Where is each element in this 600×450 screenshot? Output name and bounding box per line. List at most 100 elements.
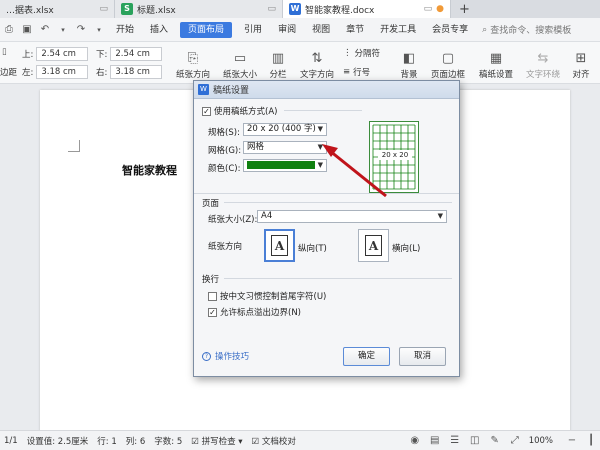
- tab-label: 智能家教程.docx: [305, 5, 375, 16]
- chevron-down-icon[interactable]: ▾: [93, 24, 105, 36]
- cancel-button[interactable]: 取消: [399, 347, 446, 366]
- tab-label: …据表.xlsx: [6, 5, 54, 16]
- write-view-icon[interactable]: ✎: [489, 435, 501, 447]
- checkbox-unchecked-icon: [208, 292, 217, 301]
- menu-dev-tools[interactable]: 开发工具: [372, 18, 424, 42]
- spell-check[interactable]: ☑ 拼写检查 ▾: [191, 435, 242, 447]
- dialog-title: 稿纸设置: [213, 86, 250, 96]
- undo-icon[interactable]: ↶: [39, 24, 51, 36]
- tab-label: 标题.xlsx: [137, 5, 176, 16]
- redo-icon[interactable]: ↷: [75, 24, 87, 36]
- manuscript-settings-button[interactable]: ▦ 稿纸设置: [476, 44, 516, 81]
- landscape-option[interactable]: A: [358, 229, 389, 262]
- use-grid-checkbox[interactable]: ✓ 使用稿纸方式(A): [202, 105, 277, 117]
- align-button[interactable]: ⊞ 对齐: [566, 44, 596, 81]
- word-count[interactable]: 字数: 5: [154, 435, 182, 447]
- checkbox-checked-icon: ✓: [202, 107, 211, 116]
- landscape-label: 横向(L): [392, 244, 421, 254]
- color-swatch: [247, 160, 315, 169]
- divider: [224, 278, 452, 279]
- eye-icon[interactable]: ◉: [409, 435, 421, 447]
- dialog-title-bar[interactable]: W 稿纸设置: [194, 81, 459, 99]
- paper-size-select[interactable]: A4 ▼: [257, 210, 447, 223]
- word-icon: W: [289, 3, 301, 15]
- tips-link[interactable]: ? 操作技巧: [202, 350, 249, 362]
- page-view-icon[interactable]: ▤: [429, 435, 441, 447]
- columns-button[interactable]: ▥ 分栏: [264, 44, 292, 81]
- preview-icon[interactable]: ▣: [21, 24, 33, 36]
- color-label: 颜色(C):: [208, 164, 241, 174]
- opt-cjk-control-checkbox[interactable]: 按中文习惯控制首尾字符(U): [208, 290, 326, 302]
- spell-check-icon: ☑: [191, 436, 199, 447]
- menu-page-layout[interactable]: 页面布局: [180, 21, 233, 38]
- grid-label: 网格(G):: [208, 146, 242, 156]
- align-icon: ⊞: [575, 50, 587, 66]
- chevron-down-icon[interactable]: ▾: [57, 24, 69, 36]
- outline-view-icon[interactable]: ☰: [449, 435, 461, 447]
- document-title[interactable]: 智能家教程: [122, 162, 177, 178]
- zoom-slider-icon[interactable]: ┃: [586, 435, 596, 447]
- menu-reference[interactable]: 引用: [236, 18, 270, 42]
- spec-select[interactable]: 20 x 20 (400 字) ▼: [243, 123, 327, 136]
- row-indicator: 行: 1: [97, 436, 117, 447]
- margin-left-input[interactable]: 3.18 cm: [36, 65, 89, 79]
- file-tab-2[interactable]: S 标题.xlsx ▭: [115, 0, 283, 18]
- margin-top-field[interactable]: 上: 2.54 cm: [22, 47, 89, 61]
- page-border-button[interactable]: ▢ 页面边框: [426, 44, 470, 81]
- line-number-button[interactable]: ≡ 行号: [343, 66, 370, 78]
- zoom-out-icon[interactable]: −: [566, 435, 578, 447]
- file-tab-1[interactable]: …据表.xlsx ▭: [0, 0, 115, 18]
- wrap-section-label: 换行: [202, 275, 220, 285]
- text-wrap-button[interactable]: ⇆ 文字环绕: [522, 44, 564, 81]
- doc-check[interactable]: ☑ 文档校对: [252, 435, 296, 447]
- spreadsheet-icon: S: [121, 3, 133, 15]
- checkbox-checked-icon: ✓: [208, 308, 217, 317]
- chevron-down-icon: ▼: [317, 125, 323, 133]
- manuscript-dialog: W 稿纸设置 ✓ 使用稿纸方式(A) 规格(S): 20 x 20 (400 字)…: [193, 80, 460, 377]
- margin-left-field[interactable]: 左: 3.18 cm: [22, 65, 89, 79]
- color-select[interactable]: ▼: [243, 159, 327, 172]
- chevron-down-icon: ▼: [437, 212, 443, 220]
- unsaved-dot-icon: ●: [436, 4, 444, 14]
- page-count[interactable]: 1/1: [4, 436, 18, 446]
- close-icon[interactable]: ▭: [99, 4, 108, 14]
- close-icon[interactable]: ▭: [424, 4, 433, 14]
- portrait-option[interactable]: A: [264, 229, 295, 262]
- margin-right-field[interactable]: 右: 3.18 cm: [96, 65, 163, 79]
- chevron-down-icon: ▼: [317, 143, 323, 151]
- margin-bottom-input[interactable]: 2.54 cm: [110, 47, 163, 61]
- file-tab-3[interactable]: W 智能家教程.docx ▭ ●: [283, 0, 451, 18]
- orientation-icon: ⎘: [187, 50, 199, 66]
- margin-bottom-field[interactable]: 下: 2.54 cm: [96, 47, 163, 61]
- tab-bar: …据表.xlsx ▭ S 标题.xlsx ▭ W 智能家教程.docx ▭ ● …: [0, 0, 600, 18]
- landscape-page-icon: A: [365, 235, 382, 256]
- page-section-label: 页面: [202, 199, 220, 209]
- close-icon[interactable]: ▭: [267, 4, 276, 14]
- ok-button[interactable]: 确定: [343, 347, 390, 366]
- menu-start[interactable]: 开始: [108, 18, 142, 42]
- paper-size-button[interactable]: ▭ 纸张大小: [218, 44, 262, 81]
- text-direction-button[interactable]: ⇅ 文字方向: [296, 44, 338, 81]
- background-button[interactable]: ◧ 背景: [396, 44, 422, 81]
- menu-chapter[interactable]: 章节: [338, 18, 372, 42]
- separator-button[interactable]: ⋮ 分隔符: [343, 47, 380, 59]
- grid-select[interactable]: 网格 ▼: [243, 141, 327, 154]
- separator-icon: ⋮: [343, 48, 352, 58]
- columns-icon: ▥: [271, 50, 285, 66]
- menu-view[interactable]: 视图: [304, 18, 338, 42]
- new-tab-button[interactable]: +: [451, 0, 478, 18]
- menu-member[interactable]: 会员专享: [424, 18, 476, 42]
- opt-punct-overflow-checkbox[interactable]: ✓ 允许标点溢出边界(N): [208, 306, 301, 318]
- menu-review[interactable]: 审阅: [270, 18, 304, 42]
- print-icon[interactable]: ⎙: [3, 24, 15, 36]
- menu-insert[interactable]: 插入: [142, 18, 176, 42]
- paper-orientation-button[interactable]: ⎘ 纸张方向: [172, 44, 214, 81]
- margin-top-input[interactable]: 2.54 cm: [36, 47, 89, 61]
- grid-paper-icon: ▦: [489, 50, 503, 66]
- command-search[interactable]: ⌕ 查找命令、搜索模板: [482, 23, 571, 37]
- divider: [284, 110, 362, 111]
- zoom-level[interactable]: 100%: [529, 436, 553, 446]
- fullscreen-icon[interactable]: ⤢: [509, 435, 521, 447]
- margin-right-input[interactable]: 3.18 cm: [110, 65, 163, 79]
- web-view-icon[interactable]: ◫: [469, 435, 481, 447]
